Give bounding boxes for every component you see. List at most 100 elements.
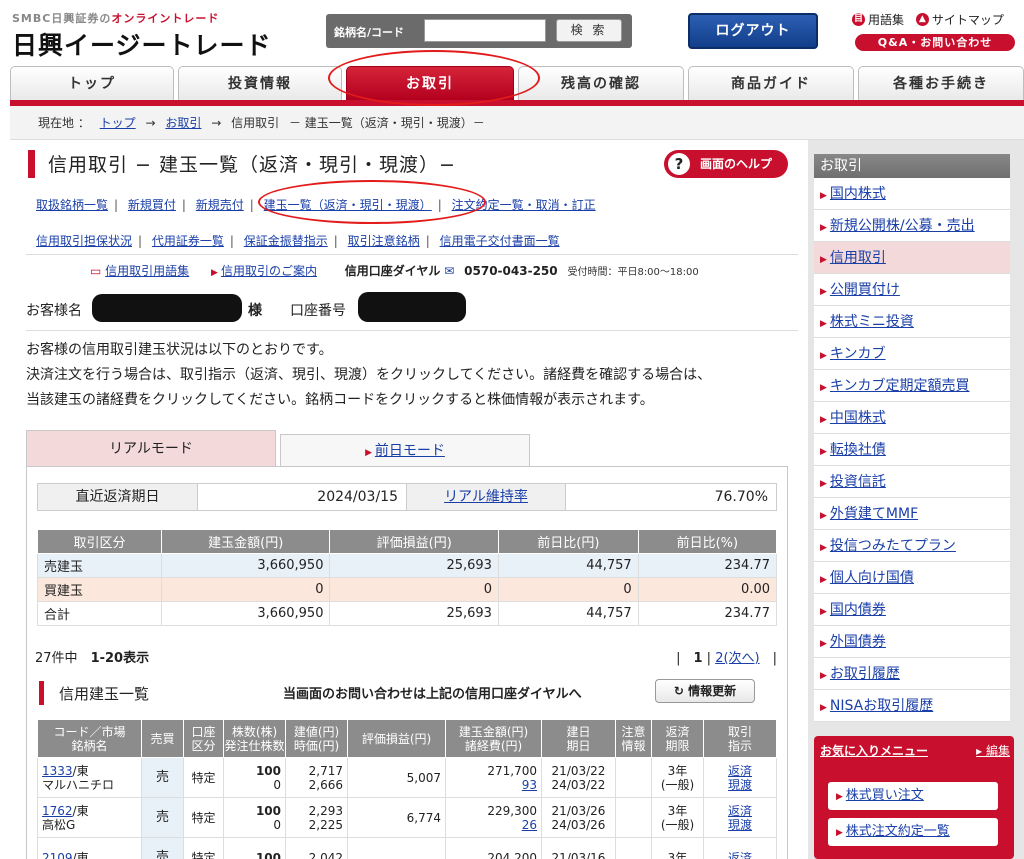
customer-label: お客様名 [26,303,82,319]
sublink-collateral[interactable]: 信用取引担保状況 [36,234,132,248]
amount-cell: 204,200 [445,837,542,859]
maintenance-ratio-link[interactable]: リアル維持率 [406,484,566,510]
brand-logo[interactable]: 日興イージートレード [12,26,272,62]
cost-link[interactable]: 26 [522,818,537,832]
refresh-button[interactable]: ↻ 情報更新 [655,679,755,703]
date-cell: 21/03/22 24/03/22 [541,757,616,798]
tab-investment-info[interactable]: 投資情報 [178,66,342,100]
tab-balance[interactable]: 残高の確認 [518,66,684,100]
sublink-positions[interactable]: 建玉一覧（返済・現引・現渡） [264,198,432,212]
search-input[interactable] [424,19,546,42]
global-nav: トップ 投資情報 お取引 残高の確認 商品ガイド 各種お手続き [10,66,1024,106]
favorites-heading[interactable]: お気に入りメニュー [820,742,928,759]
sidebar-item-china-stocks[interactable]: ▶ 中国株式 [814,402,1010,434]
utility-links: 目用語集 ▲ サイトマップ [852,10,1022,28]
positions-header-row: コード／市場 銘柄名 売買 口座 区分 株数(株) 発注仕株数 建値(円) 時価(円) … [37,719,777,758]
cost-link[interactable]: 93 [522,778,537,792]
sidebar-item-margin[interactable]: ▶ 信用取引 [814,242,1010,274]
title-row: 信用取引 − 建玉一覧（返済・現引・現渡）− ? 画面のヘルプ [28,148,798,182]
sublink-caution-stocks[interactable]: 取引注意銘柄 [348,234,420,248]
sublink-e-documents[interactable]: 信用電子交付書面一覧 [440,234,560,248]
col-header: 返済 期限 [651,719,704,758]
stock-code-link[interactable]: 2109 [42,851,73,859]
action-cell: 返済 [703,837,777,859]
delivery-link[interactable]: 現渡 [728,778,752,792]
phone-icon: ✉ [444,264,455,278]
dial-hours: 受付時間：平日8:00～18:00 [567,267,699,278]
search-button[interactable]: 検 索 [556,19,622,42]
sidebar-item-convertible-bonds[interactable]: ▶ 転換社債 [814,434,1010,466]
sublink-substitute-securities[interactable]: 代用証券一覧 [152,234,224,248]
delivery-link[interactable]: 現渡 [728,818,752,832]
tab-trading[interactable]: お取引 [346,66,514,100]
col-header: 前日比(円) [497,529,639,554]
stock-code-link[interactable]: 1333 [42,764,73,778]
glossary-link[interactable]: 目用語集 [852,11,904,28]
pl-cell: 6,774 [347,797,446,838]
cell: 買建玉 [37,577,162,602]
result-count: 27件中 1-20表示 [35,651,150,666]
repay-link[interactable]: 返済 [728,764,752,778]
tab-product-guide[interactable]: 商品ガイド [688,66,854,100]
sidebar-item-jgb[interactable]: ▶ 個人向け国債 [814,562,1010,594]
arrow-icon: ▶ [820,447,827,457]
breadcrumb-trading[interactable]: お取引 [165,116,201,130]
cell: 0 [160,577,331,602]
logout-button[interactable]: ログアウト [688,13,818,49]
table-row: 2109/東 売 特定 100 2,042 204,200 21/03/16 3… [37,837,777,859]
col-header: 建玉金額(円) [160,529,331,554]
desc-line: 当該建玉の諸経費をクリックしてください。銘柄コードをクリックすると株価情報が表示… [26,392,654,408]
sidebar-item-tob[interactable]: ▶ 公開買付け [814,274,1010,306]
due-label: 直近返済期日 [38,484,198,510]
help-button[interactable]: ? 画面のヘルプ [664,150,788,178]
margin-glossary-link[interactable]: 信用取引用語集 [105,264,189,278]
page-title: 信用取引 − 建玉一覧（返済・現引・現渡）− [48,154,456,176]
sidebar-item-investment-trust[interactable]: ▶ 投資信託 [814,466,1010,498]
arrow-icon: ▶ [820,511,827,521]
sidebar-item-ipo[interactable]: ▶ 新規公開株/公募・売出 [814,210,1010,242]
favorite-stock-buy[interactable]: ▶ 株式買い注文 [828,782,998,810]
margin-guide-link[interactable]: 信用取引のご案内 [221,264,317,278]
sidebar-item-nisa-history[interactable]: ▶ NISAお取引履歴 [814,690,1010,722]
sidebar-item-domestic-bonds[interactable]: ▶ 国内債券 [814,594,1010,626]
tab-top[interactable]: トップ [10,66,174,100]
sublink-new-sell[interactable]: 新規売付 [196,198,244,212]
customer-row: お客様名 様 口座番号 [26,292,798,326]
sidebar-item-foreign-mmf[interactable]: ▶ 外貨建てMMF [814,498,1010,530]
qa-contact-button[interactable]: Q&A・お問い合わせ [855,34,1015,51]
breadcrumb-top[interactable]: トップ [100,116,136,130]
favorite-order-list[interactable]: ▶ 株式注文約定一覧 [828,818,998,846]
col-header: 売買 [141,719,184,758]
tab-real-mode[interactable]: リアルモード [26,430,276,466]
sidebar-item-domestic-stocks[interactable]: ▶ 国内株式 [814,178,1010,210]
sublink-orders[interactable]: 注文約定一覧・取消・訂正 [452,198,596,212]
sidebar-item-trust-plan[interactable]: ▶ 投信つみたてプラン [814,530,1010,562]
sitemap-link[interactable]: ▲ サイトマップ [915,11,1004,28]
repay-link[interactable]: 返済 [728,804,752,818]
sidebar-item-history[interactable]: ▶ お取引履歴 [814,658,1010,690]
favorites-edit-link[interactable]: ▸ 編集 [976,742,1010,759]
positions-note: 当画面のお問い合わせは上記の信用口座ダイヤルへ [283,687,582,702]
pager-next[interactable]: 2(次へ) [715,651,759,666]
arrow-icon: ▶ [836,828,846,838]
sidebar-item-kinkabu[interactable]: ▶ キンカブ [814,338,1010,370]
sublink-new-buy[interactable]: 新規買付 [128,198,176,212]
arrow-icon: ▶ [820,255,827,265]
pager: | 1 | 2(次へ) | [676,651,777,666]
sidebar-item-kinkabu-regular[interactable]: ▶ キンカブ定期定額売買 [814,370,1010,402]
sidebar-item-foreign-bonds[interactable]: ▶ 外国債券 [814,626,1010,658]
arrow-icon: ▶ [820,703,827,713]
book-icon: ▭ [90,264,102,278]
tab-procedures[interactable]: 各種お手続き [858,66,1024,100]
repay-link[interactable]: 返済 [728,851,752,859]
arrow-icon: ▶ [820,607,827,617]
stock-code-link[interactable]: 1762 [42,804,73,818]
arrow-icon: ▶ [820,319,827,329]
sublink-symbol-list[interactable]: 取扱銘柄一覧 [36,198,108,212]
sidebar-item-mini-stock[interactable]: ▶ 株式ミニ投資 [814,306,1010,338]
term-cell: 3年 (一般) [651,797,704,838]
header: SMBC日興証券のオンライントレード 日興イージートレード 銘柄名/コード 検 … [0,0,1024,66]
tab-previous-day-mode[interactable]: ▶ 前日モード [280,434,530,466]
cell: 44,757 [497,553,639,578]
sublink-margin-transfer[interactable]: 保証金振替指示 [244,234,328,248]
